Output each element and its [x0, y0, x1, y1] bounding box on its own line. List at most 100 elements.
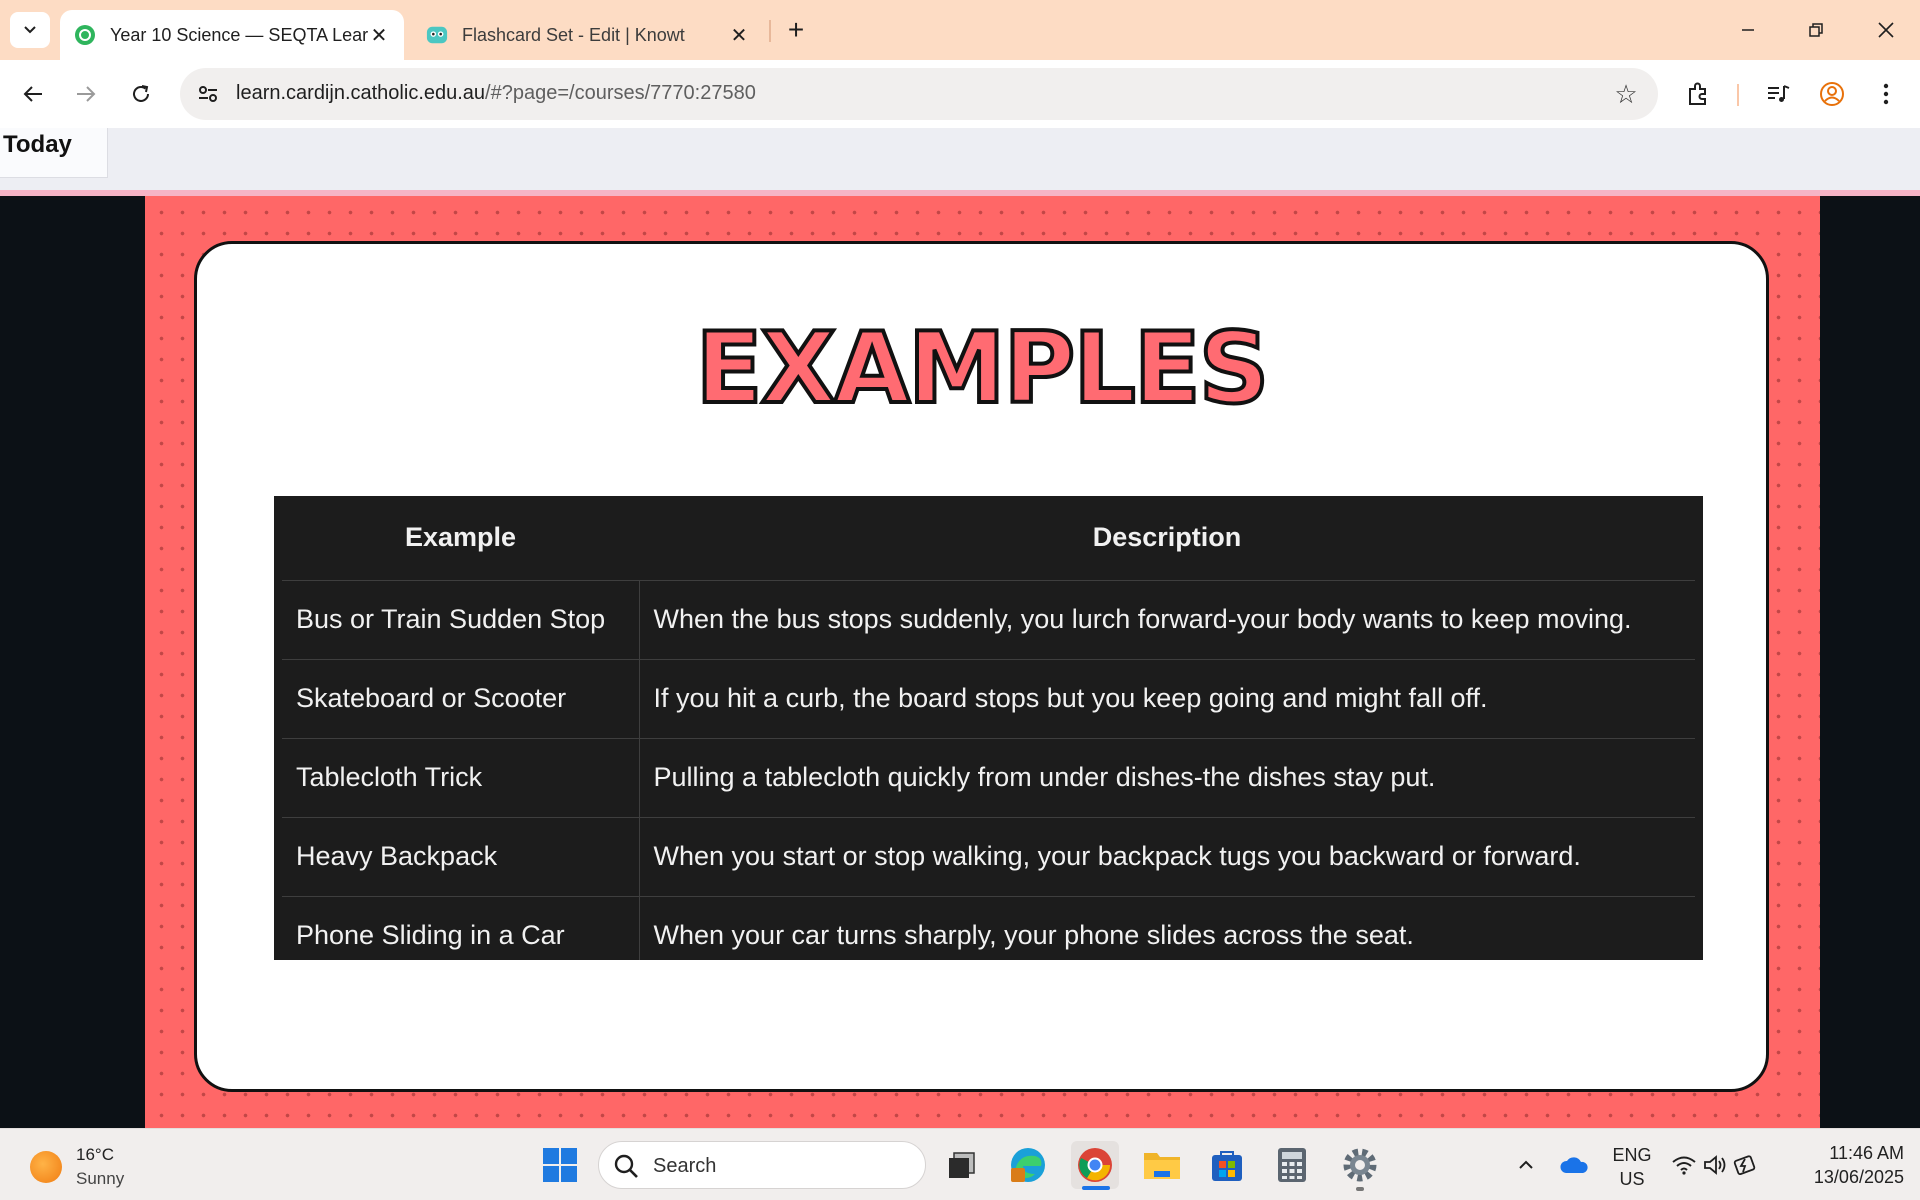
weather-temp: 16°C: [76, 1145, 114, 1164]
table-row: Heavy Backpack When you start or stop wa…: [282, 816, 1695, 896]
forward-button[interactable]: [66, 74, 106, 114]
gear-icon: [1343, 1148, 1377, 1182]
today-label: Today: [3, 131, 72, 158]
today-tab[interactable]: Today: [0, 128, 108, 178]
calculator-app[interactable]: [1268, 1141, 1316, 1189]
calculator-icon: [1278, 1148, 1306, 1182]
examples-table-image: Example Description Bus or Train Sudden …: [274, 496, 1703, 960]
close-tab-icon[interactable]: ✕: [368, 24, 390, 47]
close-icon: [1878, 22, 1894, 38]
description-cell: When your car turns sharply, your phone …: [639, 895, 1695, 960]
restore-button[interactable]: [1786, 8, 1846, 52]
tab-title: Flashcard Set - Edit | Knowt: [462, 24, 685, 45]
slide-viewer: EXAMPLES Example Description Bus or Trai…: [0, 196, 1920, 1128]
kebab-menu-icon: [1883, 83, 1889, 105]
reload-button[interactable]: [121, 74, 161, 114]
example-cell: Skateboard or Scooter: [282, 658, 640, 738]
task-view-icon: [949, 1152, 975, 1178]
url-path: /#?page=/courses/7770:27580: [485, 82, 756, 104]
chrome-app[interactable]: [1071, 1141, 1119, 1189]
description-cell: When the bus stops suddenly, you lurch f…: [653, 604, 1632, 634]
restore-icon: [1809, 23, 1823, 37]
cloud-icon: [1560, 1157, 1588, 1173]
media-control-button[interactable]: [1758, 74, 1798, 114]
start-button[interactable]: [536, 1141, 584, 1189]
url-host: learn.cardijn.catholic.edu.au: [236, 82, 486, 104]
slide-card: EXAMPLES Example Description Bus or Trai…: [194, 241, 1769, 1092]
arrow-left-icon: [23, 86, 42, 102]
new-tab-button[interactable]: +: [780, 14, 812, 46]
minimize-icon: [1742, 29, 1754, 31]
chevron-down-icon: [24, 26, 36, 34]
seqta-icon: [74, 24, 96, 46]
table-row: Skateboard or Scooter If you hit a curb,…: [282, 658, 1695, 738]
running-app-indicator: [1356, 1187, 1364, 1191]
tab-knowt[interactable]: Flashcard Set - Edit | Knowt ✕: [412, 10, 764, 60]
page-header-area: Today: [0, 128, 1920, 190]
example-cell: Heavy Backpack: [282, 816, 640, 896]
description-cell: Pulling a tablecloth quickly from under …: [639, 737, 1695, 817]
table-row: Bus or Train Sudden Stop When the bus st…: [282, 580, 1695, 659]
weather-text: 16°C Sunny: [76, 1143, 124, 1191]
store-app[interactable]: [1203, 1141, 1251, 1189]
volume-icon: [1704, 1155, 1726, 1175]
wifi-icon: [1672, 1156, 1696, 1175]
puzzle-icon: [1689, 82, 1706, 105]
bookmark-star-icon[interactable]: ☆: [1612, 79, 1640, 109]
column-header-example: Example: [282, 496, 639, 581]
task-view-button[interactable]: [938, 1141, 986, 1189]
taskbar: 16°C Sunny Search ENG US 11:46 AM 13/06/…: [0, 1128, 1920, 1200]
search-placeholder: Search: [653, 1155, 717, 1177]
folder-icon: [1144, 1153, 1180, 1179]
settings-app[interactable]: [1336, 1141, 1384, 1189]
clock-date: 13/06/2025: [1813, 1167, 1904, 1187]
weather-widget[interactable]: 16°C Sunny: [30, 1143, 124, 1191]
address-bar[interactable]: learn.cardijn.catholic.edu.au/#?page=/co…: [180, 68, 1658, 120]
region-code: US: [1619, 1169, 1645, 1189]
tab-title: Year 10 Science — SEQTA Learn: [110, 24, 368, 45]
show-hidden-icons-button[interactable]: [1502, 1141, 1550, 1189]
reload-icon: [133, 85, 149, 102]
site-settings-icon[interactable]: [196, 82, 220, 106]
chevron-up-icon: [1519, 1160, 1533, 1169]
language-code: ENG: [1612, 1145, 1652, 1165]
language-indicator[interactable]: ENG US: [1608, 1143, 1656, 1191]
example-cell: Tablecloth Trick: [282, 737, 640, 817]
description-cell: When you start or stop walking, your bac…: [639, 816, 1695, 896]
toolbar-divider: [1737, 84, 1739, 106]
minimize-button[interactable]: [1718, 8, 1778, 52]
tab-search-button[interactable]: [10, 12, 50, 48]
music-queue-icon: [1768, 85, 1790, 102]
url-text: learn.cardijn.catholic.edu.au/#?page=/co…: [236, 82, 756, 105]
clock-time: 11:46 AM: [1829, 1143, 1904, 1163]
taskbar-search[interactable]: Search: [598, 1141, 926, 1189]
profile-button[interactable]: [1812, 74, 1852, 114]
edge-app[interactable]: [1004, 1141, 1052, 1189]
tab-seqta[interactable]: Year 10 Science — SEQTA Learn ✕: [60, 10, 404, 60]
example-cell: Bus or Train Sudden Stop: [282, 580, 640, 659]
slide: EXAMPLES Example Description Bus or Trai…: [145, 196, 1820, 1128]
slide-heading: EXAMPLES: [694, 310, 1272, 428]
sun-icon: [30, 1151, 62, 1183]
quick-settings-button[interactable]: [1664, 1141, 1764, 1189]
chrome-menu-button[interactable]: [1866, 74, 1906, 114]
extensions-button[interactable]: [1678, 74, 1718, 114]
column-header-description: Description: [639, 496, 1695, 581]
table-row: Tablecloth Trick Pulling a tablecloth qu…: [282, 737, 1695, 817]
close-tab-icon[interactable]: ✕: [728, 24, 750, 47]
profile-icon: [1820, 82, 1844, 106]
active-app-indicator: [1082, 1186, 1110, 1190]
description-cell: If you hit a curb, the board stops but y…: [639, 658, 1695, 738]
close-window-button[interactable]: [1856, 8, 1916, 52]
file-explorer-app[interactable]: [1138, 1141, 1186, 1189]
arrow-right-icon: [77, 86, 96, 102]
weather-condition: Sunny: [76, 1169, 125, 1188]
example-cell: Phone Sliding in a Car: [282, 895, 640, 960]
clock[interactable]: 11:46 AM 13/06/2025: [1790, 1141, 1904, 1189]
battery-charging-icon: [1733, 1155, 1756, 1175]
back-button[interactable]: [13, 74, 53, 114]
edge-icon: [1011, 1148, 1045, 1182]
examples-table: Example Description Bus or Train Sudden …: [282, 496, 1695, 960]
onedrive-button[interactable]: [1550, 1141, 1598, 1189]
search-icon: [614, 1154, 638, 1178]
